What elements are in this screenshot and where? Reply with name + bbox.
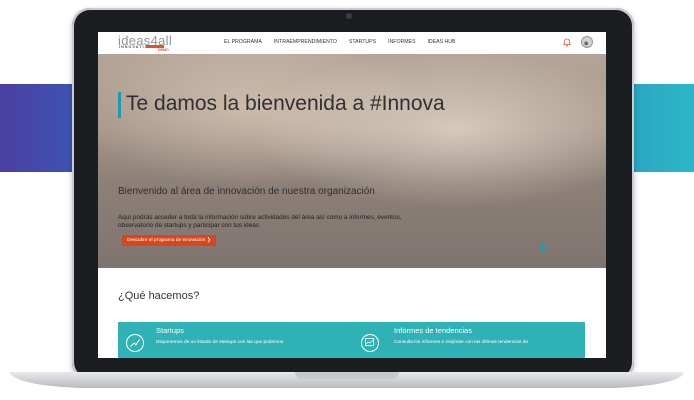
card-desc-startups: Disponemos de un listado de startups con…	[156, 340, 284, 345]
startup-icon	[126, 334, 144, 352]
logo[interactable]: ideas4all INNOVATION DEMO	[118, 33, 180, 52]
features-band: Startups Disponemos de un listado de sta…	[118, 322, 585, 358]
laptop-notch	[295, 372, 399, 379]
nav-link-ideas-hub[interactable]: IDEAS HUB	[427, 39, 455, 45]
user-icon	[583, 41, 589, 47]
nav-link-intraemprendimiento[interactable]: INTRAEMPRENDIMIENTO	[274, 39, 337, 45]
camera-icon	[346, 13, 352, 19]
hero-banner: Te damos la bienvenida a #Innova Bienven…	[98, 54, 606, 268]
card-desc-informes: Consulta los informes e inspírate con la…	[394, 340, 529, 345]
nav-link-informes[interactable]: INFORMES	[388, 39, 415, 45]
hero-description: Aquí podrás acceder a toda la informació…	[118, 214, 402, 229]
arrow-down-icon[interactable]	[538, 242, 548, 253]
avatar[interactable]	[581, 36, 593, 48]
hero-title: Te damos la bienvenida a #Innova	[126, 92, 445, 115]
card-title-startups[interactable]: Startups	[156, 326, 184, 335]
card-title-informes[interactable]: Informes de tendencias	[394, 326, 472, 335]
report-icon	[361, 334, 379, 352]
discover-program-button[interactable]: Descubre el programa de innovación ❯	[122, 235, 216, 246]
laptop-screen: ideas4all INNOVATION DEMO EL PROGRAMA IN…	[98, 32, 606, 358]
nav-links: EL PROGRAMA INTRAEMPRENDIMIENTO STARTUPS…	[224, 39, 455, 45]
section-title: ¿Qué hacemos?	[118, 290, 200, 302]
nav-link-programa[interactable]: EL PROGRAMA	[224, 39, 262, 45]
hero-subtitle: Bienvenido al área de innovación de nues…	[118, 186, 375, 197]
top-nav: ideas4all INNOVATION DEMO EL PROGRAMA IN…	[98, 32, 606, 55]
logo-tag: DEMO	[158, 48, 169, 52]
bell-icon[interactable]	[563, 38, 571, 47]
nav-link-startups[interactable]: STARTUPS	[349, 39, 376, 45]
hero-title-accent	[118, 92, 121, 118]
